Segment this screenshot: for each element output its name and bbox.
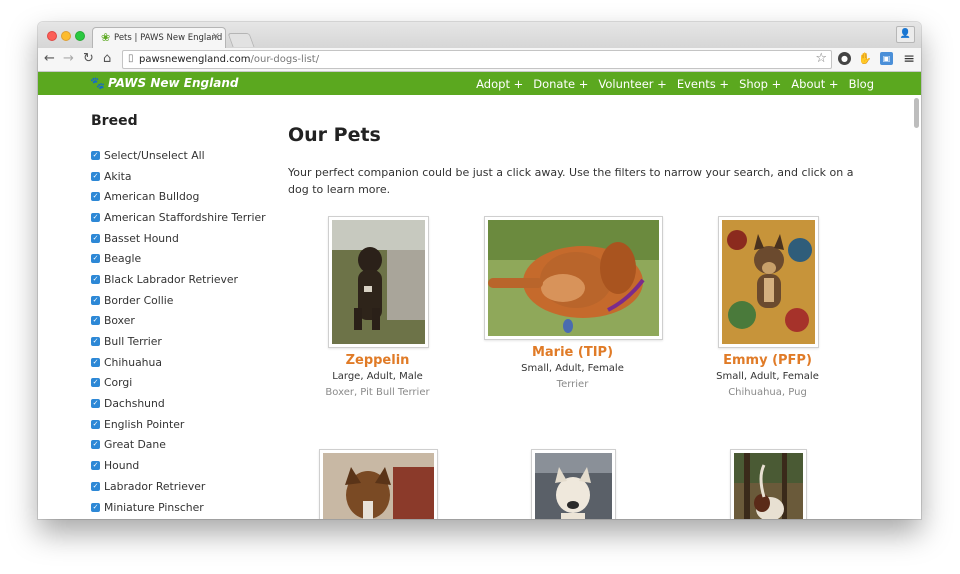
checkbox-checked-icon[interactable]: ✓ [91, 357, 100, 367]
bookmark-star-icon[interactable]: ☆ [815, 51, 827, 66]
browser-tab[interactable]: ❀ Pets | PAWS New England × [92, 27, 226, 49]
checkbox-checked-icon[interactable]: ✓ [91, 337, 100, 347]
menu-icon[interactable]: ≡ [903, 51, 915, 67]
breed-option[interactable]: ✓ Akita [91, 166, 266, 187]
pet-name-link[interactable]: Zeppelin [346, 353, 410, 368]
pet-details: Small, Adult, Female [716, 371, 819, 382]
page-icon: ▯ [128, 53, 134, 64]
breed-option[interactable]: ✓ Corgi [91, 373, 266, 394]
checkbox-checked-icon[interactable]: ✓ [91, 274, 100, 284]
breed-option[interactable]: ✓ American Bulldog [91, 186, 266, 207]
pet-name-link[interactable]: Emmy (PFP) [723, 353, 812, 368]
tab-close-icon[interactable]: × [212, 31, 220, 42]
pet-details: Large, Adult, Male [332, 371, 423, 382]
breed-option[interactable]: ✓ Dachshund [91, 393, 266, 414]
intro-text: Your perfect companion could be just a c… [288, 166, 854, 196]
checkbox-checked-icon[interactable]: ✓ [91, 254, 100, 264]
paw-icon: 🐾 [90, 76, 105, 90]
checkbox-checked-icon[interactable]: ✓ [91, 212, 100, 222]
pet-card-photo[interactable] [718, 216, 819, 348]
checkbox-checked-icon[interactable]: ✓ [91, 192, 100, 202]
breed-option[interactable]: ✓ Bull Terrier [91, 331, 266, 352]
breed-option[interactable]: ✓ Hound [91, 455, 266, 476]
nav-events[interactable]: Events + [677, 77, 729, 91]
site-logo[interactable]: 🐾 PAWS New England [90, 76, 238, 90]
dog-photo [323, 453, 434, 519]
forward-arrow-icon[interactable]: → [63, 51, 74, 67]
paw-favicon-icon: ❀ [101, 31, 111, 44]
page-viewport: 🐾 PAWS New England Adopt + Donate + Volun… [38, 72, 921, 519]
nav-blog[interactable]: Blog [849, 77, 874, 91]
breed-option[interactable]: ✓ Labrador Retriever [91, 476, 266, 497]
checkbox-checked-icon[interactable]: ✓ [91, 295, 100, 305]
url-text: pawsnewengland.com/our-dogs-list/ [139, 54, 320, 65]
checkbox-checked-icon[interactable]: ✓ [91, 233, 100, 243]
pet-details: Small, Adult, Female [521, 363, 624, 374]
dog-photo [722, 220, 815, 344]
main-nav: Adopt + Donate + Volunteer + Events + Sh… [476, 77, 874, 91]
address-bar[interactable]: ▯ pawsnewengland.com/our-dogs-list/ ☆ [122, 50, 832, 69]
checkbox-checked-icon[interactable]: ✓ [91, 150, 100, 160]
checkbox-checked-icon[interactable]: ✓ [91, 378, 100, 388]
new-tab-button[interactable] [227, 33, 255, 47]
checkbox-checked-icon[interactable]: ✓ [91, 461, 100, 471]
reload-icon[interactable]: ↻ [83, 51, 94, 67]
nav-donate[interactable]: Donate + [533, 77, 588, 91]
pet-breeds: Terrier [556, 379, 589, 390]
breed-option[interactable]: ✓ Black Labrador Retriever [91, 269, 266, 290]
breed-option[interactable]: ✓ Chihuahua [91, 352, 266, 373]
pet-card-photo[interactable] [484, 216, 663, 340]
nav-about[interactable]: About + [791, 77, 838, 91]
dog-photo [734, 453, 803, 519]
checkbox-checked-icon[interactable]: ✓ [91, 481, 100, 491]
breed-filter-list: ✓ Select/Unselect All ✓ Akita ✓ American Bu… [91, 145, 266, 517]
site-header: 🐾 PAWS New England Adopt + Donate + Volun… [38, 72, 921, 95]
breed-filter-title: Breed [91, 113, 138, 129]
dog-photo [488, 220, 659, 336]
checkbox-checked-icon[interactable]: ✓ [91, 171, 100, 181]
browser-window: ❀ Pets | PAWS New England × 👤 ← → ↻ ⌂ ▯ … [38, 22, 921, 519]
close-window-button[interactable] [47, 31, 57, 41]
scrollbar-thumb[interactable] [914, 98, 919, 128]
scrollbar[interactable] [913, 95, 920, 519]
checkbox-checked-icon[interactable]: ✓ [91, 399, 100, 409]
dog-photo [332, 220, 425, 344]
home-icon[interactable]: ⌂ [103, 51, 111, 67]
tab-title: Pets | PAWS New England [114, 33, 223, 43]
extension-puzzle-icon[interactable]: ▣ [880, 52, 893, 65]
checkbox-checked-icon[interactable]: ✓ [91, 440, 100, 450]
back-arrow-icon[interactable]: ← [44, 51, 55, 67]
nav-adopt[interactable]: Adopt + [476, 77, 523, 91]
checkbox-checked-icon[interactable]: ✓ [91, 502, 100, 512]
breed-option-select-all[interactable]: ✓ Select/Unselect All [91, 145, 266, 166]
minimize-window-button[interactable] [61, 31, 71, 41]
pet-card-photo[interactable] [319, 449, 438, 519]
profile-icon[interactable]: 👤 [896, 26, 915, 43]
breed-option[interactable]: ✓ Miniature Pinscher [91, 497, 266, 518]
breed-option[interactable]: ✓ American Staffordshire Terrier [91, 207, 266, 228]
extension-camera-icon[interactable]: ● [838, 52, 851, 65]
pet-name-link[interactable]: Marie (TIP) [532, 345, 613, 360]
pet-breeds: Boxer, Pit Bull Terrier [325, 387, 430, 398]
extension-hand-icon[interactable]: ✋ [858, 52, 872, 65]
pet-card-photo[interactable] [730, 449, 807, 519]
breed-option[interactable]: ✓ Boxer [91, 311, 266, 332]
breed-option[interactable]: ✓ English Pointer [91, 414, 266, 435]
browser-toolbar: ← → ↻ ⌂ ▯ pawsnewengland.com/our-dogs-li… [38, 48, 921, 72]
page-title: Our Pets [288, 124, 381, 146]
breed-option[interactable]: ✓ Great Dane [91, 435, 266, 456]
pet-card-photo[interactable] [531, 449, 616, 519]
breed-option[interactable]: ✓ Border Collie [91, 290, 266, 311]
zoom-window-button[interactable] [75, 31, 85, 41]
nav-volunteer[interactable]: Volunteer + [598, 77, 666, 91]
breed-option[interactable]: ✓ Beagle [91, 248, 266, 269]
checkbox-checked-icon[interactable]: ✓ [91, 419, 100, 429]
nav-shop[interactable]: Shop + [739, 77, 781, 91]
pet-breeds: Chihuahua, Pug [728, 387, 807, 398]
checkbox-checked-icon[interactable]: ✓ [91, 316, 100, 326]
dog-photo [535, 453, 612, 519]
breed-option[interactable]: ✓ Basset Hound [91, 228, 266, 249]
pet-card-photo[interactable] [328, 216, 429, 348]
tab-bar: ❀ Pets | PAWS New England × 👤 [38, 22, 921, 49]
